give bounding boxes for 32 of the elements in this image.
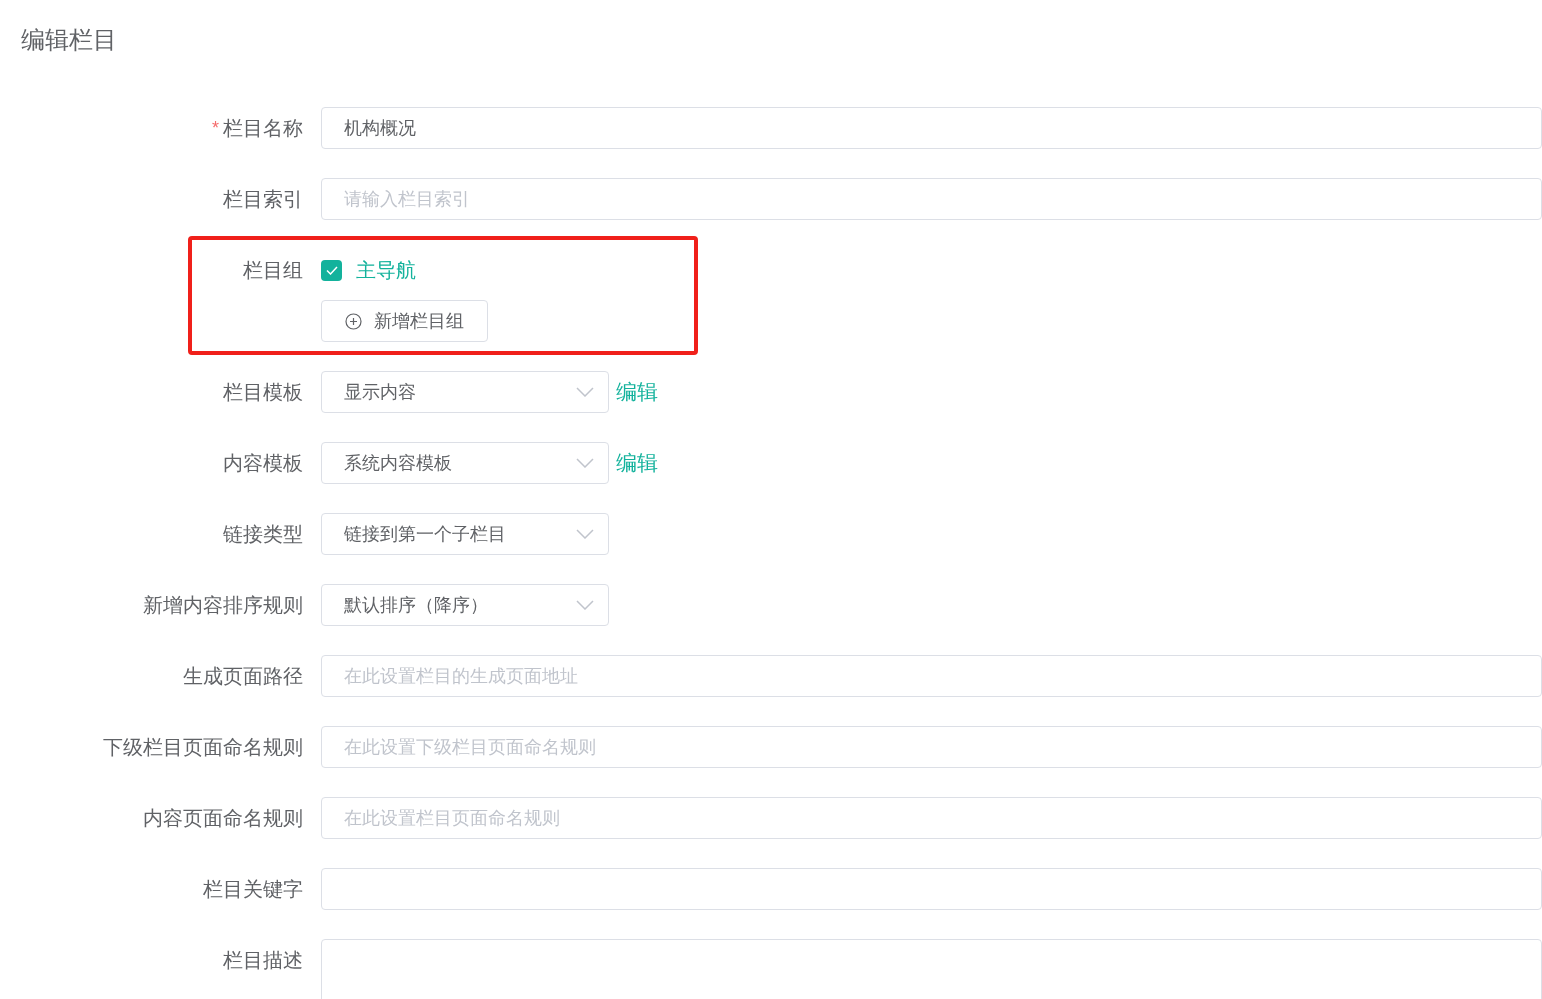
input-field[interactable]: 在此设置栏目的生成页面地址 [321, 655, 1542, 697]
field-label: 栏目名称 [223, 116, 303, 141]
input-field[interactable]: 在此设置下级栏目页面命名规则 [321, 726, 1542, 768]
input-field[interactable]: 机构概况 [321, 107, 1542, 149]
input-field[interactable]: 请输入栏目索引 [321, 178, 1542, 220]
select-field[interactable]: 链接到第一个子栏目 [321, 513, 609, 555]
field-label: 生成页面路径 [183, 664, 303, 689]
checkbox[interactable] [321, 259, 342, 281]
select-field[interactable]: 系统内容模板 [321, 442, 609, 484]
chevron-down-icon [576, 458, 594, 468]
checkmark-icon [325, 265, 338, 275]
field-label: 栏目描述 [223, 948, 303, 973]
field-label: 栏目关键字 [203, 877, 303, 902]
field-label: 链接类型 [223, 522, 303, 547]
plus-circle-icon [345, 312, 362, 330]
chevron-down-icon [576, 529, 594, 539]
field-label: 栏目模板 [223, 380, 303, 405]
field-label: 下级栏目页面命名规则 [103, 735, 303, 760]
required-asterisk: * [212, 116, 219, 140]
chevron-down-icon [576, 387, 594, 397]
chevron-down-icon [576, 600, 594, 610]
page-title: 编辑栏目 [20, 25, 118, 55]
input-field[interactable] [321, 868, 1542, 910]
field-label: 栏目组 [243, 258, 303, 283]
select-field[interactable]: 默认排序（降序） [321, 584, 609, 626]
field-label: 栏目索引 [223, 187, 303, 212]
field-label: 内容页面命名规则 [143, 806, 303, 831]
field-label: 内容模板 [223, 451, 303, 476]
select-field[interactable]: 显示内容 [321, 371, 609, 413]
field-label: 新增内容排序规则 [143, 593, 303, 618]
input-field[interactable]: 在此设置栏目页面命名规则 [321, 797, 1542, 839]
add-group-button[interactable]: 新增栏目组 [321, 300, 488, 342]
